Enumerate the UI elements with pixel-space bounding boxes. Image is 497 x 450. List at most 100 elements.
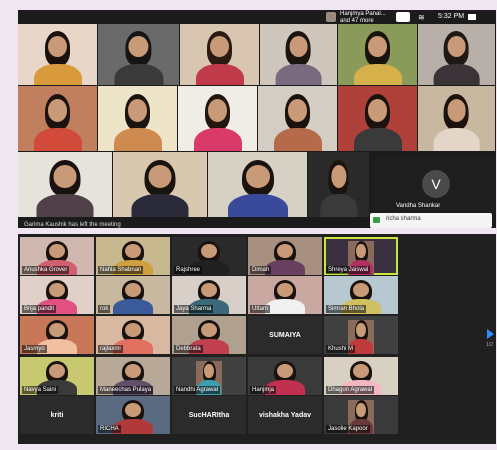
participant-figure [433,31,480,85]
participant-face [125,283,141,297]
participant-body [113,63,164,85]
participant-face [127,99,148,122]
participant-face [209,36,230,58]
participant-video-tile [113,152,207,217]
participant-video-tile: Rajshree [172,237,246,275]
participant-video-tile: Brija pandit [20,276,94,314]
participant-video-tile [18,24,97,85]
participant-body [113,299,153,314]
participant-figure [273,93,322,151]
participant-name-label: Khushi M [326,345,356,353]
participant-figure [33,93,82,151]
participant-video-tile [308,152,369,217]
participant-face [204,364,214,378]
participant-body [131,194,189,217]
participant-figure [319,159,358,217]
participant-name-label: Jaya Sharma [174,305,214,313]
chat-popup[interactable]: richa sharma [370,213,492,228]
participant-figure [275,31,322,85]
participant-name-label: Dhagun Agrawal [326,386,375,394]
participant-name-label: Uttam [250,305,271,313]
participant-video-tile: Khushi M [324,316,398,354]
participant-name-label: rok [98,305,111,313]
participant-video-tile: Navya Saini [20,357,94,395]
participant-face [356,403,366,417]
participant-face [447,36,466,58]
participant-video-tile: Dhagun Agrawal [324,357,398,395]
participant-face [356,323,366,337]
participant-video-tile: Anushka Grover [20,237,94,275]
participant-face [331,165,346,188]
participant-figure [227,159,288,217]
avatar-circle: V [422,170,450,198]
participant-face [353,364,369,378]
participant-name-label: Shreya Jaiswal [326,266,371,274]
participant-figure [433,93,480,151]
participant-face [49,323,65,337]
participant-figure [353,93,402,151]
participant-body [193,128,242,151]
participant-video-tile [18,86,97,151]
participant-video-tile: SucHARItha [172,396,246,434]
participant-face [367,99,388,122]
participant-face [277,244,293,258]
chat-sender: richa sharma [386,216,421,222]
participant-face [353,283,369,297]
participant-body [195,63,244,85]
participant-video-tile: kriti [20,396,94,434]
participant-video-tile [98,86,177,151]
participant-video-tile: Jasolie Kapoor [324,396,398,434]
participant-video-tile: Jaya Sharma [172,276,246,314]
participant-face [287,99,308,122]
participant-body [33,128,82,151]
participant-face [245,165,270,188]
participant-face [207,99,228,122]
left-meeting-toast: Garima Kaushik has left the meeting [24,222,121,228]
participant-video-tile: rajlaxmi [96,316,170,354]
participant-face [201,283,217,297]
participant-video-tile [260,24,337,85]
participant-figure [193,93,242,151]
participant-name-label: rajlaxmi [98,345,123,353]
participant-video-tile [178,86,257,151]
participant-video-tile: RICHA [96,396,170,434]
participant-name-label: Maneechas Pulaya [98,386,154,394]
participant-face [201,323,217,337]
participant-thumbnail [326,12,336,22]
participant-face [125,244,141,258]
participant-name-label: RICHA [98,425,121,433]
page-indicator: 1/2 [486,342,493,348]
participant-face [125,364,141,378]
participant-body [36,194,94,217]
participant-figure [195,31,244,85]
participant-name-label: Anushka Grover [22,266,70,274]
participant-face [201,244,217,258]
bottom-gallery-screenshot: Anushka Grover Nahla Shabnan Rajshree Di… [18,234,496,444]
participant-name-label: Jasolie Kapoor [326,425,370,433]
avatar-tile: V Vandha Shankar [372,158,496,218]
participant-face [447,99,466,122]
participant-name-label: Simran Bhola [326,305,367,313]
participant-name-label: Navya Saini [22,386,59,394]
top-gallery-screenshot: Hanjmya Panal... and 47 more ≋ 5:32 PM V… [18,10,496,228]
participant-face [277,364,293,378]
participant-face [47,99,68,122]
participant-name-label: SUMAIYA [269,331,301,339]
next-page-arrow-icon[interactable] [487,329,494,339]
participant-name-label: SucHARItha [188,411,230,419]
screen-share-icon[interactable] [396,12,410,22]
participant-body [353,63,402,85]
participant-face [367,36,388,58]
wifi-icon: ≋ [418,13,425,22]
participant-face [49,283,65,297]
participant-face [148,165,172,188]
participant-body [319,194,358,217]
participant-video-tile [18,152,112,217]
avatar-tile-name: Vandha Shankar [396,203,441,209]
participant-figure [113,93,162,151]
participant-video-tile: Uttam [248,276,322,314]
participant-video-tile [418,24,495,85]
participant-name-label: Dimah [250,266,272,274]
participant-body [275,63,322,85]
chat-icon [373,217,380,223]
